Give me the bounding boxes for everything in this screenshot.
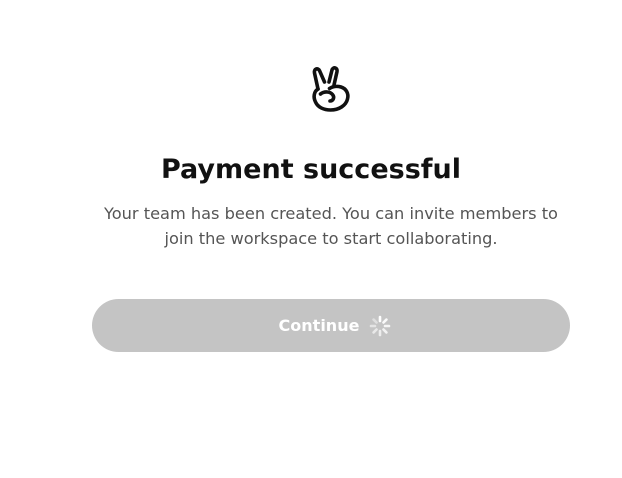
page-subtitle: Your team has been created. You can invi…	[104, 204, 558, 248]
page-title: Payment successful	[160, 154, 461, 185]
loading-spinner-icon	[369, 315, 391, 337]
peace-hand-icon	[312, 66, 350, 112]
continue-button[interactable]: Continue	[92, 299, 570, 352]
continue-button-label: Continue	[278, 316, 360, 335]
success-logo	[309, 64, 353, 114]
